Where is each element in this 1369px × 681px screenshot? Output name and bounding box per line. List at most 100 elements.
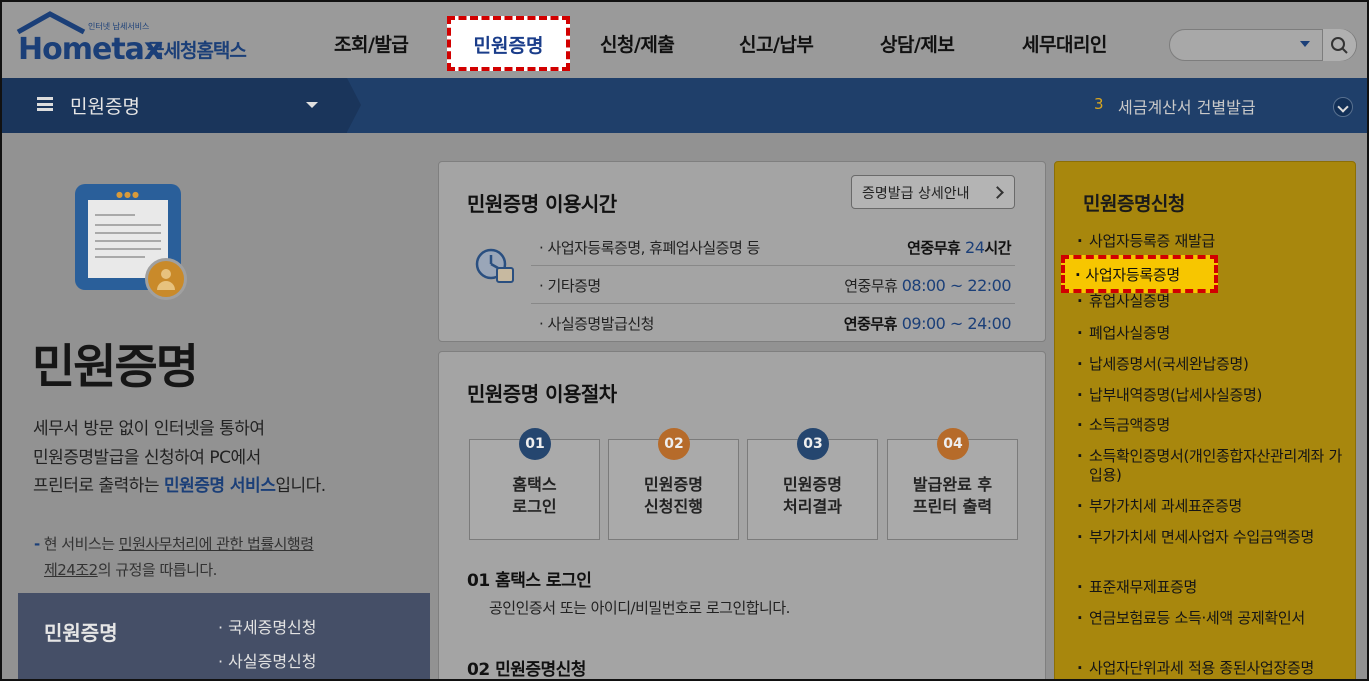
nav-item-civil-certificate-label: 민원증명	[473, 35, 544, 57]
usage-hours-panel: 민원증명 이용시간 증명발급 상세안내 · 사업자등록증명, 휴폐업사실증명 등…	[438, 161, 1046, 342]
ticker-link[interactable]: 세금계산서 건별발급	[1118, 94, 1256, 118]
business-registration-certificate-link[interactable]: 사업자등록증명	[1061, 255, 1218, 293]
hours-row: · 사실증명발급신청 연중무휴 09:00 ~ 24:00	[531, 304, 1015, 342]
procedure-subheading: 02 민원증명신청	[467, 660, 586, 680]
hours-row: · 사업자등록증명, 휴폐업사실증명 등 연중무휴 24시간	[531, 228, 1015, 266]
hours-row-label: · 사업자등록증명, 휴폐업사실증명 등	[539, 239, 760, 257]
section-title: 민원증명	[70, 96, 140, 118]
step-text: 민원증명 처리결과	[783, 475, 842, 516]
logo-tagline: 인터넷 납세서비스	[88, 22, 150, 31]
window-dots-icon: ●●●	[116, 190, 140, 199]
usage-hours-title: 민원증명 이용시간	[467, 192, 617, 216]
national-tax-certificate-link[interactable]: · 국세증명신청	[218, 614, 317, 638]
hero-description-highlight: 민원증명 서비스	[163, 476, 276, 496]
law-link[interactable]: 민원사무처리에 관한 법률시행령	[119, 535, 314, 553]
paper-line	[95, 224, 161, 226]
ticker-number: 3	[1094, 95, 1104, 113]
paper-line	[95, 240, 161, 242]
nav-item-lookup[interactable]: 조회/발급	[334, 30, 409, 57]
issuance-guide-button[interactable]: 증명발급 상세안내	[851, 175, 1015, 209]
hours-suffix: 시간	[984, 239, 1011, 257]
law-notice-text: 의 규정을 따릅니다.	[97, 561, 218, 579]
certificate-link[interactable]: 사업자등록증 재발급	[1077, 232, 1347, 251]
certificate-link[interactable]: 부가가치세 과세표준증명	[1077, 497, 1347, 516]
step-text: 발급완료 후 프린터 출력	[912, 475, 993, 516]
certificate-link[interactable]: 연금보험료등 소득·세액 공제확인서	[1077, 609, 1347, 628]
fact-certificate-link[interactable]: · 사실증명신청	[218, 648, 317, 672]
certificate-link[interactable]: 휴업사실증명	[1077, 292, 1347, 311]
hero-description-text: 프린터로 출력하는	[33, 476, 164, 496]
procedure-step: 02 민원증명 신청진행	[608, 428, 739, 540]
procedure-subheading: 01 홈택스 로그인	[467, 571, 592, 591]
step-number-badge: 03	[797, 428, 829, 460]
search-button[interactable]	[1322, 29, 1356, 61]
certificate-application-panel: 민원증명신청 사업자등록증 재발급 휴업사실증명 폐업사실증명 납세증명서(국세…	[1054, 161, 1356, 679]
hours-time: 08:00 ~ 22:00	[901, 276, 1012, 295]
certificate-application-title: 민원증명신청	[1083, 193, 1185, 215]
usage-procedure-panel: 민원증명 이용절차 01 홈택스 로그인 02 민원증명 신청진행 03 민원증…	[438, 351, 1046, 680]
paper-line	[95, 214, 135, 216]
certificate-link[interactable]: 부가가치세 면세사업자 수입금액증명	[1077, 528, 1347, 547]
certificate-link[interactable]: 납부내역증명(납세사실증명)	[1077, 386, 1347, 405]
top-navigation: 인터넷 납세서비스 Hometax 국세청홈택스 조회/발급 민원증명 신청/제…	[2, 2, 1367, 78]
hours-row-value: 연중무휴 24시간	[907, 237, 1011, 258]
search-icon	[1331, 37, 1348, 54]
step-text: 민원증명 신청진행	[644, 475, 703, 516]
quick-menu-title: 민원증명	[44, 621, 118, 645]
hours-prefix: 연중무휴	[907, 239, 966, 257]
clock-calendar-icon	[475, 248, 514, 283]
hours-time: 09:00 ~ 24:00	[901, 314, 1012, 333]
procedure-description: 공인인증서 또는 아이디/비밀번호로 로그인합니다.	[489, 599, 790, 617]
paper-line	[95, 256, 145, 258]
procedure-step: 01 홈택스 로그인	[469, 428, 600, 540]
hours-prefix: 연중무휴	[844, 277, 902, 295]
highlighted-certificate-label: 사업자등록증명	[1075, 264, 1180, 285]
nav-item-tax-agent[interactable]: 세무대리인	[1022, 30, 1107, 57]
certificate-link[interactable]: 사업자단위과세 적용 종된사업장증명	[1077, 659, 1347, 678]
procedure-step: 03 민원증명 처리결과	[747, 428, 878, 540]
page-title: 민원증명	[32, 340, 199, 395]
user-avatar-icon	[145, 258, 187, 300]
hamburger-menu-icon[interactable]	[37, 97, 53, 111]
step-number-badge: 01	[519, 428, 551, 460]
hours-row: · 기타증명 연중무휴 08:00 ~ 22:00	[531, 266, 1015, 304]
logo-subtitle: 국세청홈택스	[147, 40, 247, 62]
law-notice-text: 현 서비스는	[43, 535, 119, 553]
hours-row-label: · 사실증명발급신청	[539, 315, 654, 333]
hero-description-text: 입니다.	[275, 476, 326, 496]
hours-row-value: 연중무휴 08:00 ~ 22:00	[844, 275, 1011, 296]
nav-item-consult[interactable]: 상담/제보	[880, 30, 955, 57]
usage-procedure-title: 민원증명 이용절차	[467, 382, 617, 406]
issuance-guide-label: 증명발급 상세안내	[862, 186, 970, 202]
chevron-down-icon[interactable]	[306, 102, 318, 108]
certificate-link[interactable]: 소득확인증명서(개인종합자산관리계좌 가입용)	[1077, 447, 1347, 485]
hours-prefix: 연중무휴	[843, 315, 902, 333]
step-number-badge: 02	[658, 428, 690, 460]
nav-item-civil-certificate[interactable]: 민원증명	[447, 16, 570, 71]
hero-description-line: 민원증명발급을 신청하여 PC에서	[33, 448, 261, 468]
search-box[interactable]	[1169, 29, 1357, 61]
law-article-link[interactable]: 제24조2	[44, 561, 98, 579]
hometax-logo[interactable]: 인터넷 납세서비스 Hometax 국세청홈택스	[16, 10, 276, 70]
step-text: 홈택스 로그인	[512, 475, 557, 516]
hours-number: 24	[965, 238, 985, 257]
certificate-link[interactable]: 폐업사실증명	[1077, 324, 1347, 343]
ticker-expand-button[interactable]	[1333, 97, 1353, 117]
certificate-link[interactable]: 표준재무제표증명	[1077, 578, 1347, 597]
section-menu[interactable]: 민원증명	[2, 78, 361, 133]
section-bar: 민원증명 3 세금계산서 건별발급	[2, 78, 1367, 133]
law-notice: 제24조2의 규정을 따릅니다.	[44, 559, 217, 580]
step-number-badge: 04	[937, 428, 969, 460]
search-dropdown-icon[interactable]	[1300, 41, 1310, 47]
paper-line	[95, 232, 161, 234]
nav-item-apply[interactable]: 신청/제출	[600, 30, 675, 57]
paper-line	[95, 248, 161, 250]
certificate-quick-menu: 민원증명 · 국세증명신청 · 사실증명신청	[18, 593, 430, 679]
procedure-step: 04 발급완료 후 프린터 출력	[887, 428, 1018, 540]
certificate-link[interactable]: 납세증명서(국세완납증명)	[1077, 355, 1347, 374]
nav-item-report-pay[interactable]: 신고/납부	[739, 30, 814, 57]
certificate-link[interactable]: 소득금액증명	[1077, 416, 1347, 435]
hero-description-line: 프린터로 출력하는 민원증명 서비스입니다.	[33, 471, 326, 496]
law-notice: -현 서비스는 민원사무처리에 관한 법률시행령	[34, 533, 314, 554]
page: 인터넷 납세서비스 Hometax 국세청홈택스 조회/발급 민원증명 신청/제…	[0, 0, 1369, 681]
